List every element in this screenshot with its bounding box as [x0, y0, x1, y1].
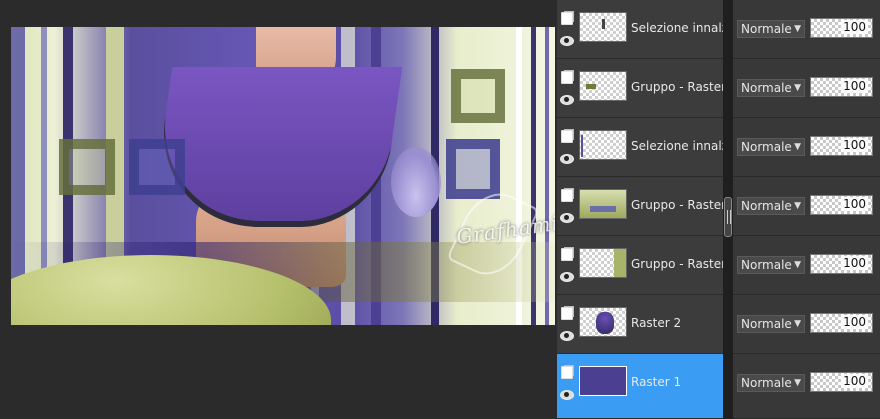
- layer-thumbnail: [579, 248, 627, 278]
- visibility-eye-icon[interactable]: [560, 152, 574, 165]
- blend-mode-select[interactable]: Normale ▼: [737, 315, 805, 333]
- blend-mode-select[interactable]: Normale ▼: [737, 138, 805, 156]
- layer-link-icon[interactable]: [560, 189, 574, 202]
- layer-row[interactable]: Gruppo - Raster 1: [557, 59, 723, 118]
- layer-link-icon[interactable]: [560, 366, 574, 379]
- layer-properties: Normale ▼ 100 Normale ▼ 100 Normale ▼ 100 N…: [733, 0, 880, 419]
- layer-props-row: Normale ▼ 100: [733, 177, 880, 236]
- blend-mode-select[interactable]: Normale ▼: [737, 374, 805, 392]
- layer-thumbnail: [579, 130, 627, 160]
- blend-mode-select[interactable]: Normale ▼: [737, 79, 805, 97]
- layer-thumbnail: [579, 189, 627, 219]
- layer-thumbnail: [579, 307, 627, 337]
- layer-props-row: Normale ▼ 100: [733, 0, 880, 59]
- layer-name: Selezione innalzata: [631, 139, 723, 153]
- layers-panel: Selezione innalzata Gruppo - Raster 1 Se…: [557, 0, 880, 419]
- feather-duster: [391, 147, 441, 217]
- blend-mode-select[interactable]: Normale ▼: [737, 197, 805, 215]
- layer-props-row: Normale ▼ 100: [733, 354, 880, 419]
- layer-link-icon[interactable]: [560, 71, 574, 84]
- layer-row[interactable]: Selezione innalzata: [557, 118, 723, 177]
- visibility-eye-icon[interactable]: [560, 211, 574, 224]
- chevron-down-icon: ▼: [794, 201, 801, 211]
- layer-name: Gruppo - Raster 1: [631, 80, 723, 94]
- canvas-preview[interactable]: Grafhamia: [11, 27, 555, 325]
- visibility-eye-icon[interactable]: [560, 388, 574, 401]
- layer-thumbnail: [579, 366, 627, 396]
- layer-name: Selezione innalzata: [631, 21, 723, 35]
- blend-mode-select[interactable]: Normale ▼: [737, 256, 805, 274]
- opacity-field[interactable]: 100: [810, 313, 873, 333]
- chevron-down-icon: ▼: [794, 83, 801, 93]
- chevron-down-icon: ▼: [794, 378, 801, 388]
- opacity-field[interactable]: 100: [810, 77, 873, 97]
- layer-props-row: Normale ▼ 100: [733, 118, 880, 177]
- opacity-field[interactable]: 100: [810, 18, 873, 38]
- opacity-field[interactable]: 100: [810, 195, 873, 215]
- layer-props-row: Normale ▼ 100: [733, 295, 880, 354]
- layer-row[interactable]: Gruppo - Raster 3: [557, 177, 723, 236]
- layer-link-icon[interactable]: [560, 248, 574, 261]
- layer-props-row: Normale ▼ 100: [733, 236, 880, 295]
- layer-link-icon[interactable]: [560, 130, 574, 143]
- layer-props-row: Normale ▼ 100: [733, 59, 880, 118]
- deco-square: [446, 139, 500, 199]
- deco-square: [59, 139, 115, 195]
- layer-row[interactable]: Raster 2: [557, 295, 723, 354]
- scrollbar-thumb[interactable]: [724, 197, 732, 237]
- chevron-down-icon: ▼: [794, 142, 801, 152]
- chevron-down-icon: ▼: [794, 319, 801, 329]
- visibility-eye-icon[interactable]: [560, 34, 574, 47]
- layer-thumbnail: [579, 71, 627, 101]
- layer-thumbnail: [579, 12, 627, 42]
- opacity-field[interactable]: 100: [810, 254, 873, 274]
- layer-row-selected[interactable]: Raster 1: [557, 354, 723, 419]
- opacity-field[interactable]: 100: [810, 372, 873, 392]
- layer-list: Selezione innalzata Gruppo - Raster 1 Se…: [557, 0, 723, 419]
- figure-skirt: [149, 67, 403, 227]
- chevron-down-icon: ▼: [794, 260, 801, 270]
- layer-name: Raster 2: [631, 316, 682, 330]
- layer-name: Gruppo - Raster 3: [631, 257, 723, 271]
- layer-link-icon[interactable]: [560, 307, 574, 320]
- deco-square: [451, 69, 505, 123]
- layer-row[interactable]: Gruppo - Raster 3: [557, 236, 723, 295]
- visibility-eye-icon[interactable]: [560, 270, 574, 283]
- deco-square: [129, 139, 185, 195]
- visibility-eye-icon[interactable]: [560, 329, 574, 342]
- opacity-field[interactable]: 100: [810, 136, 873, 156]
- visibility-eye-icon[interactable]: [560, 93, 574, 106]
- layer-link-icon[interactable]: [560, 12, 574, 25]
- chevron-down-icon: ▼: [794, 24, 801, 34]
- layer-name: Raster 1: [631, 375, 682, 389]
- blend-mode-select[interactable]: Normale ▼: [737, 20, 805, 38]
- layer-row[interactable]: Selezione innalzata: [557, 0, 723, 59]
- layer-name: Gruppo - Raster 3: [631, 198, 723, 212]
